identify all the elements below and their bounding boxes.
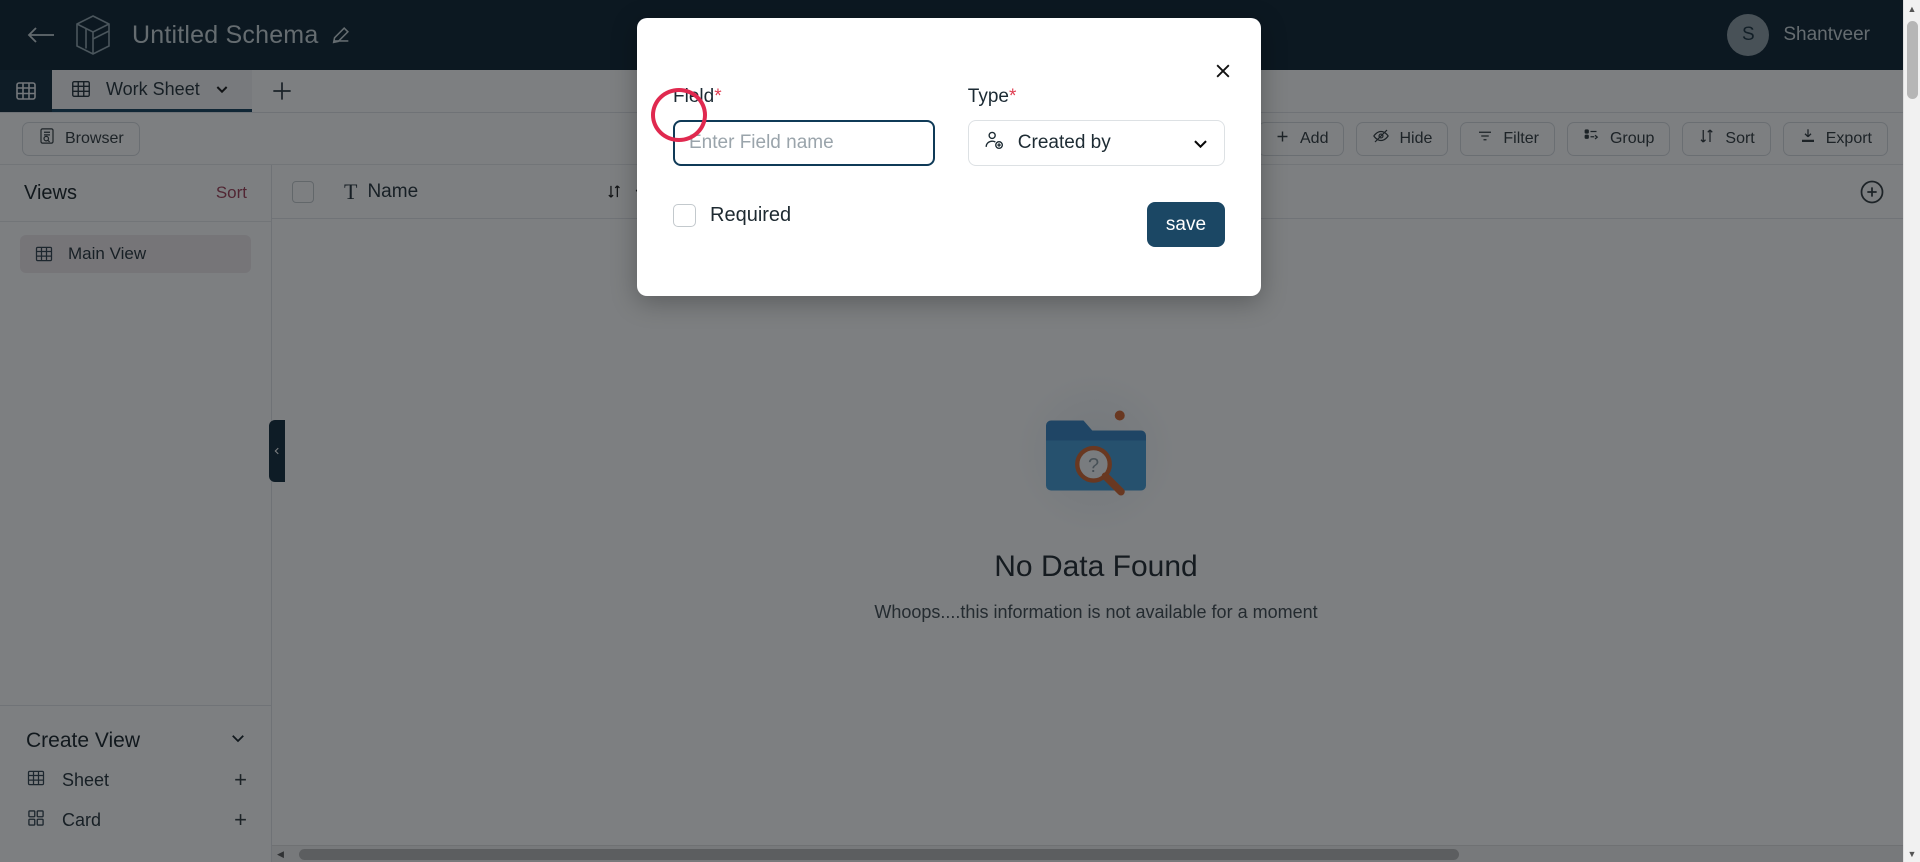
app-root: Untitled Schema S Shantveer Work Sheet <box>0 0 1920 862</box>
chevron-down-icon[interactable] <box>1191 134 1210 153</box>
field-name-input[interactable] <box>673 120 935 166</box>
type-label: Type* <box>968 86 1225 108</box>
required-row: Required <box>673 204 1225 227</box>
required-asterisk: * <box>1009 86 1017 107</box>
save-button[interactable]: save <box>1147 202 1225 247</box>
user-created-icon <box>983 129 1005 157</box>
type-label-text: Type <box>967 86 1009 107</box>
field-label-text: Field <box>673 86 715 107</box>
field-name-group: Field* <box>673 86 935 166</box>
scroll-down-arrow[interactable]: ▼ <box>1904 845 1920 862</box>
required-label: Required <box>710 204 792 226</box>
add-field-modal: Field* Type* Created by <box>637 18 1261 296</box>
vscroll-thumb[interactable] <box>1906 21 1918 99</box>
scroll-up-arrow[interactable]: ▲ <box>1904 0 1920 17</box>
required-checkbox[interactable] <box>673 204 696 227</box>
vertical-scrollbar[interactable]: ▲ ▼ <box>1903 0 1920 862</box>
field-label: Field* <box>673 86 935 108</box>
field-type-value: Created by <box>1017 132 1111 153</box>
required-asterisk: * <box>714 86 722 107</box>
modal-field-row: Field* Type* Created by <box>673 18 1225 166</box>
field-type-group: Type* Created by <box>967 86 1225 166</box>
vscroll-track[interactable] <box>1904 17 1920 845</box>
close-icon[interactable] <box>1210 58 1236 84</box>
field-type-select[interactable]: Created by <box>967 120 1225 166</box>
